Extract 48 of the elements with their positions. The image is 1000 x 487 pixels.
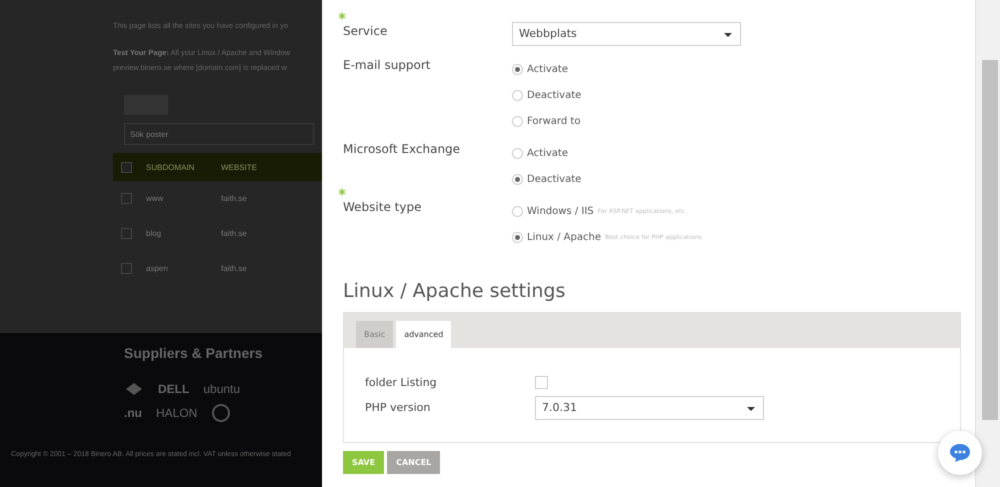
setting-label: PHP version [365,401,432,414]
tab[interactable]: advanced [396,321,452,348]
caret-icon [747,406,755,410]
scrollbar[interactable] [975,0,1000,487]
footer-title: Suppliers & Partners [124,345,264,361]
chat-icon [949,443,971,463]
field-label: Website type [343,200,422,214]
table-cell-text: blog [146,229,162,238]
checkbox[interactable] [121,162,132,172]
checkbox[interactable] [121,193,132,204]
field-label: E-mail support [343,58,431,72]
partner-logo: .nu [124,406,142,420]
table-cell-text: aspen [146,264,169,273]
partner-logo: HALON [156,406,198,420]
table-cell-text: faith.se [221,194,248,203]
option-label: Deactivate [527,174,582,184]
caret-icon [724,33,732,37]
service-dropdown[interactable]: Webbplats [512,22,741,46]
option-label: Activate [527,64,568,74]
logo-icon [211,403,232,423]
field-label: Service [343,24,388,38]
setting-label: folder Listing [365,376,438,389]
option-label: Linux / Apache [527,232,601,242]
table-cell-text: www [146,194,164,203]
radio-button[interactable] [512,90,523,100]
option-label: Windows / IIS [527,206,594,216]
version-dropdown[interactable]: 7.0.31 [535,396,764,420]
logo-icon [124,382,144,396]
option-label: Activate [527,148,568,158]
field-label: Microsoft Exchange [343,142,460,156]
checkbox[interactable] [121,263,132,274]
partner-logo: ubuntu [203,382,240,396]
radio-button[interactable] [512,174,523,184]
option-label: Forward to [527,116,580,126]
column-header: WEBSITE [221,162,258,172]
radio-button[interactable] [512,206,523,216]
partner-logo: DELL [158,382,190,396]
section-title: Linux / Apache settings [343,280,566,302]
search-field[interactable]: Sök poster [124,123,314,145]
radio-button[interactable] [512,232,523,242]
option-label: Deactivate [527,90,582,100]
radio-button[interactable] [512,64,523,74]
table-cell-text: faith.se [221,229,248,238]
table-cell-text: faith.se [221,264,248,273]
radio-button[interactable] [512,116,523,126]
radio-button[interactable] [512,148,523,158]
column-header: SUBDOMAIN [146,162,196,172]
checkbox[interactable] [121,228,132,239]
